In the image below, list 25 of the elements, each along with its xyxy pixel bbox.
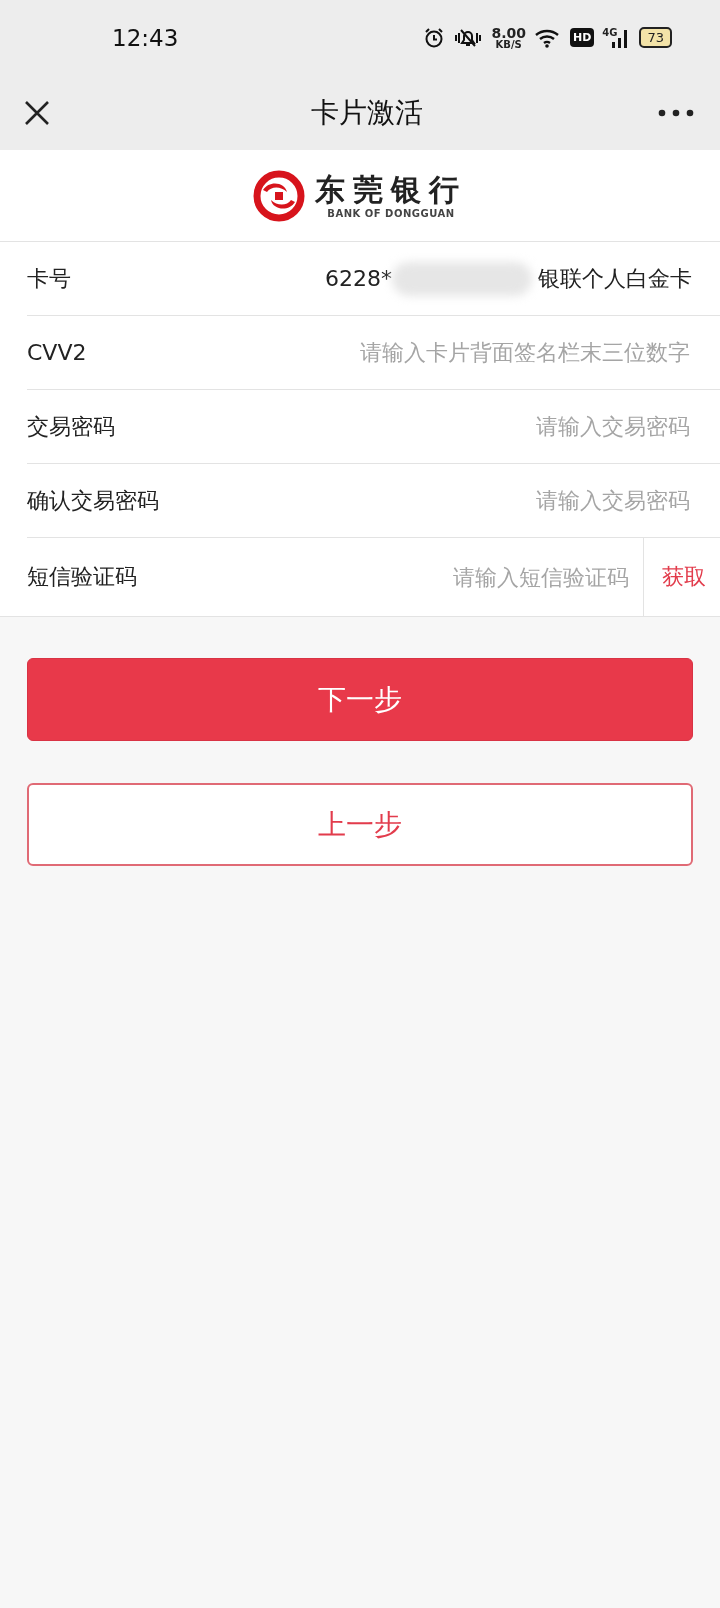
bank-name-english: BANK OF DONGGUAN [327,208,455,219]
net-unit: KB/S [495,39,522,50]
card-type: 银联个人白金卡 [538,264,692,293]
status-time: 12:43 [112,24,179,51]
field-label: 确认交易密码 [27,486,159,515]
close-icon[interactable] [24,99,50,126]
input-field[interactable]: 请输入交易密码 [159,487,692,514]
more-icon[interactable] [658,108,694,117]
bank-name: 东莞银行 [315,172,467,208]
field-label: 短信验证码 [27,563,137,591]
network-type: 4G [602,26,618,38]
field-label: CVV2 [27,340,87,365]
back-button[interactable]: 上一步 [27,783,693,866]
input-field[interactable]: 请输入交易密码 [115,413,692,440]
next-button[interactable]: 下一步 [27,658,693,741]
net-speed: 8.00 [491,25,526,40]
hd-badge: HD [569,28,595,47]
input-field[interactable]: 请输入短信验证码 [137,563,631,591]
bank-logo-icon [253,169,305,222]
page-title: 卡片激活 [311,94,423,131]
input-field[interactable]: 请输入卡片背面签名栏末三位数字 [86,339,692,366]
field-label: 交易密码 [27,412,115,441]
card-number: 6228* [325,266,392,291]
field-label: 卡号 [27,264,71,293]
battery-level: 73 [647,30,664,45]
